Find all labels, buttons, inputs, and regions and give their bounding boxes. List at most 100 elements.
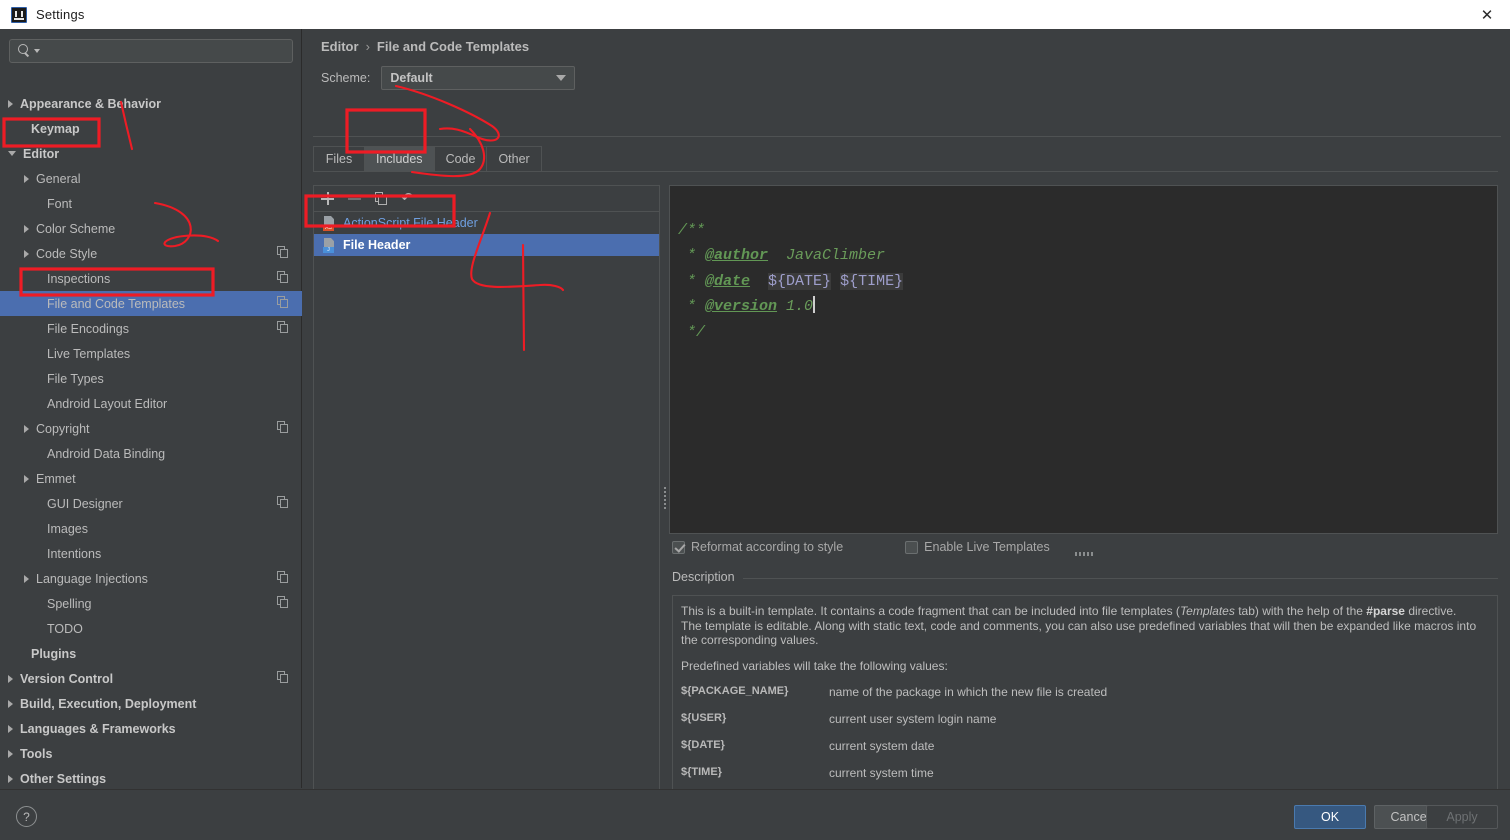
variable-name: ${USER} xyxy=(681,712,727,724)
sidebar-item-emmet[interactable]: Emmet xyxy=(0,466,302,491)
sidebar-item-label: Code Style xyxy=(36,246,98,261)
undo-icon: ↶ xyxy=(401,189,414,207)
description-paragraph-2: The template is editable. Along with sta… xyxy=(681,618,1477,648)
tab-files[interactable]: Files xyxy=(313,146,365,171)
sidebar-item-spelling[interactable]: Spelling xyxy=(0,591,302,616)
copy-settings-icon xyxy=(277,596,290,609)
sidebar-item-label: Android Layout Editor xyxy=(47,396,168,411)
scheme-selected-value: Default xyxy=(390,71,433,85)
file-template-icon: AS xyxy=(323,216,336,231)
window-title-bar: Settings ✕ xyxy=(0,0,1510,29)
sidebar-item-tools[interactable]: Tools xyxy=(0,741,302,766)
sidebar-item-label: Intentions xyxy=(47,546,102,561)
sidebar-item-live-templates[interactable]: Live Templates xyxy=(0,341,302,366)
chevron-right-icon[interactable] xyxy=(8,674,13,683)
sidebar-item-languages-frameworks[interactable]: Languages & Frameworks xyxy=(0,716,302,741)
sidebar-item-android-data-binding[interactable]: Android Data Binding xyxy=(0,441,302,466)
chevron-down-icon[interactable] xyxy=(8,151,16,156)
reformat-label: Reformat according to style xyxy=(691,540,844,554)
chevron-right-icon[interactable] xyxy=(24,424,29,433)
chevron-right-icon[interactable] xyxy=(24,574,29,583)
sidebar-item-label: File Types xyxy=(47,371,104,386)
sidebar-item-appearance-behavior[interactable]: Appearance & Behavior xyxy=(0,91,302,116)
sidebar-item-file-and-code-templates[interactable]: File and Code Templates xyxy=(0,291,302,316)
sidebar-item-inspections[interactable]: Inspections xyxy=(0,266,302,291)
tab-includes[interactable]: Includes xyxy=(365,146,435,171)
sidebar-item-copyright[interactable]: Copyright xyxy=(0,416,302,441)
variable-description: name of the package in which the new fil… xyxy=(829,685,1108,699)
sidebar-item-todo[interactable]: TODO xyxy=(0,616,302,641)
sidebar-item-general[interactable]: General xyxy=(0,166,302,191)
template-list-item-label: File Header xyxy=(343,238,411,252)
scheme-row: Scheme: Default xyxy=(321,66,576,90)
sidebar-item-android-layout-editor[interactable]: Android Layout Editor xyxy=(0,391,302,416)
copy-settings-icon xyxy=(277,271,290,284)
sidebar-item-file-encodings[interactable]: File Encodings xyxy=(0,316,302,341)
sidebar-item-gui-designer[interactable]: GUI Designer xyxy=(0,491,302,516)
sidebar-item-language-injections[interactable]: Language Injections xyxy=(0,566,302,591)
variable-name: ${TIME} xyxy=(681,766,722,778)
template-list-item[interactable]: J File Header xyxy=(314,234,659,256)
sidebar-item-images[interactable]: Images xyxy=(0,516,302,541)
sidebar-item-label: General xyxy=(36,171,81,186)
sidebar-item-label: Languages & Frameworks xyxy=(20,721,176,736)
template-list-item[interactable]: AS ActionScript File Header xyxy=(314,212,659,234)
resize-grip-icon[interactable] xyxy=(1075,552,1093,556)
reset-template-button[interactable]: ↶ xyxy=(395,186,422,212)
sidebar-item-font[interactable]: Font xyxy=(0,191,302,216)
settings-dialog: Appearance & Behavior Keymap Editor General… xyxy=(0,29,1510,840)
close-icon[interactable]: ✕ xyxy=(1464,0,1510,29)
chevron-right-icon[interactable] xyxy=(8,724,13,733)
scheme-dropdown[interactable]: Default xyxy=(381,66,576,90)
sidebar-item-code-style[interactable]: Code Style xyxy=(0,241,302,266)
copy-template-button[interactable] xyxy=(368,186,395,212)
sidebar-item-version-control[interactable]: Version Control xyxy=(0,666,302,691)
file-template-icon: J xyxy=(323,238,336,253)
copy-settings-icon xyxy=(277,671,290,684)
sidebar-item-intentions[interactable]: Intentions xyxy=(0,541,302,566)
predefined-variable-row: ${DATE} current system date xyxy=(681,739,1487,766)
sidebar-item-build-execution-deployment[interactable]: Build, Execution, Deployment xyxy=(0,691,302,716)
chevron-right-icon[interactable] xyxy=(24,474,29,483)
chevron-right-icon[interactable] xyxy=(24,174,29,183)
chevron-right-icon[interactable] xyxy=(24,224,29,233)
chevron-right-icon[interactable] xyxy=(8,749,13,758)
chevron-right-icon[interactable] xyxy=(24,249,29,258)
checkbox-box xyxy=(672,540,685,554)
tab-other[interactable]: Other xyxy=(487,146,542,171)
chevron-right-icon[interactable] xyxy=(8,699,13,708)
copy-settings-icon xyxy=(277,571,290,584)
help-button[interactable]: ? xyxy=(16,806,37,827)
template-code-content: /** * @author JavaClimber * @date ${DATE… xyxy=(678,221,904,341)
sidebar-item-keymap[interactable]: Keymap xyxy=(0,116,302,141)
apply-button[interactable]: Apply xyxy=(1426,805,1498,829)
scheme-label: Scheme: xyxy=(321,71,371,85)
sidebar-item-label: Emmet xyxy=(36,471,76,486)
chevron-right-icon[interactable] xyxy=(8,774,13,783)
ok-button[interactable]: OK xyxy=(1294,805,1366,829)
search-input[interactable] xyxy=(40,44,292,58)
variable-name: ${DATE} xyxy=(681,739,725,751)
sidebar-item-editor[interactable]: Editor xyxy=(0,141,302,166)
editor-options-row: Reformat according to style Enable Live … xyxy=(672,540,1050,554)
enable-live-templates-checkbox[interactable]: Enable Live Templates xyxy=(905,540,1050,554)
remove-template-button[interactable] xyxy=(341,186,368,212)
sidebar-item-file-types[interactable]: File Types xyxy=(0,366,302,391)
chevron-right-icon[interactable] xyxy=(8,99,13,108)
search-box[interactable] xyxy=(9,39,293,63)
settings-tree: Appearance & Behavior Keymap Editor General… xyxy=(0,91,302,788)
sidebar-item-plugins[interactable]: Plugins xyxy=(0,641,302,666)
search-icon xyxy=(17,43,33,59)
sidebar-item-other-settings[interactable]: Other Settings xyxy=(0,766,302,788)
breadcrumb: Editor › File and Code Templates xyxy=(321,39,529,54)
template-code-editor[interactable]: /** * @author JavaClimber * @date ${DATE… xyxy=(669,185,1498,534)
sidebar-item-color-scheme[interactable]: Color Scheme xyxy=(0,216,302,241)
breadcrumb-separator-icon: › xyxy=(365,39,370,54)
add-template-button[interactable] xyxy=(314,186,341,212)
tab-code[interactable]: Code xyxy=(434,146,488,171)
reformat-checkbox[interactable]: Reformat according to style xyxy=(672,540,843,554)
enable-live-templates-label: Enable Live Templates xyxy=(924,540,1050,554)
breadcrumb-root[interactable]: Editor xyxy=(321,39,359,54)
panel-splitter[interactable] xyxy=(661,185,668,810)
sidebar-item-label: Tools xyxy=(20,746,53,761)
